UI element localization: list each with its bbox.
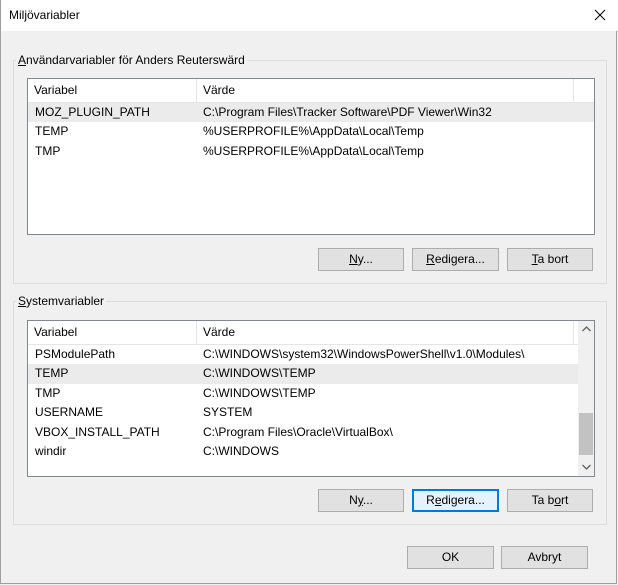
table-row[interactable]: VBOX_INSTALL_PATH C:\Program Files\Oracle… xyxy=(28,423,578,442)
table-row[interactable]: TEMP %USERPROFILE%\AppData\Local\Temp xyxy=(28,122,594,141)
table-row[interactable]: windir C:\WINDOWS xyxy=(28,442,578,461)
variable-name-cell: windir xyxy=(35,443,67,458)
table-row[interactable]: TMP C:\WINDOWS\TEMP xyxy=(28,384,578,403)
user-edit-button[interactable]: Redigera... xyxy=(412,248,499,271)
table-row[interactable]: TMP %USERPROFILE%\AppData\Local\Temp xyxy=(28,142,594,161)
chevron-up-icon xyxy=(581,326,591,332)
column-header-variable[interactable]: Variabel xyxy=(28,79,197,102)
variable-name-cell: TMP xyxy=(35,385,61,400)
table-row[interactable]: TEMP C:\WINDOWS\TEMP xyxy=(28,364,578,384)
table-row[interactable]: PSModulePath C:\WINDOWS\system32\WindowsP… xyxy=(28,345,578,364)
variable-name-cell: MOZ_PLUGIN_PATH xyxy=(35,105,150,119)
window-title: Miljövariabler xyxy=(9,8,80,22)
variable-value-cell: %USERPROFILE%\AppData\Local\Temp xyxy=(203,124,424,139)
user-variables-list[interactable]: Variabel Värde MOZ_PLUGIN_PATH C:\Program… xyxy=(27,78,595,235)
close-icon xyxy=(594,9,606,21)
scroll-up-button[interactable] xyxy=(578,321,594,338)
list-header: Variabel Värde xyxy=(28,79,594,103)
list-header: Variabel Värde xyxy=(28,321,578,345)
dialog-window: Miljövariabler Användarvariabler för And… xyxy=(0,0,618,584)
user-new-button[interactable]: Ny... xyxy=(318,248,404,271)
user-variables-rows: MOZ_PLUGIN_PATH C:\Program Files\Tracker … xyxy=(28,103,594,161)
system-variables-list[interactable]: Variabel Värde PSModulePath C:\WINDOWS\sy… xyxy=(27,320,595,477)
ok-button[interactable]: OK xyxy=(407,546,494,569)
scroll-thumb[interactable] xyxy=(579,413,593,455)
cancel-button[interactable]: Avbryt xyxy=(501,546,588,569)
system-variables-rows: PSModulePath C:\WINDOWS\system32\WindowsP… xyxy=(28,345,578,461)
variable-value-cell: C:\WINDOWS\TEMP xyxy=(203,385,316,400)
variable-value-cell: C:\Program Files\Oracle\VirtualBox\ xyxy=(203,424,393,439)
variable-value-cell: C:\WINDOWS\system32\WindowsPowerShell\v1… xyxy=(203,347,525,361)
title-bar: Miljövariabler xyxy=(1,0,618,31)
system-variables-label: Systemvariabler xyxy=(18,294,105,308)
table-row[interactable]: MOZ_PLUGIN_PATH C:\Program Files\Tracker … xyxy=(28,103,594,123)
user-variables-label: Användarvariabler för Anders Reuterswärd xyxy=(18,53,245,67)
system-edit-button[interactable]: Redigera... xyxy=(412,489,499,512)
column-header-value[interactable]: Värde xyxy=(197,79,574,102)
variable-value-cell: C:\WINDOWS\TEMP xyxy=(203,366,316,381)
variable-name-cell: VBOX_INSTALL_PATH xyxy=(35,424,160,439)
close-button[interactable] xyxy=(588,4,612,26)
user-delete-button[interactable]: Ta bort xyxy=(507,248,593,271)
variable-name-cell: PSModulePath xyxy=(35,347,116,361)
chevron-down-icon xyxy=(581,464,591,470)
variable-name-cell: TEMP xyxy=(35,366,69,381)
variable-value-cell: C:\WINDOWS xyxy=(203,443,279,458)
system-new-button[interactable]: Ny... xyxy=(318,489,404,512)
variable-value-cell: C:\Program Files\Tracker Software\PDF Vi… xyxy=(203,105,492,119)
variable-name-cell: USERNAME xyxy=(35,405,104,420)
column-header-variable[interactable]: Variabel xyxy=(28,321,197,344)
vertical-scrollbar[interactable] xyxy=(578,321,594,476)
table-row[interactable]: USERNAME SYSTEM xyxy=(28,403,578,422)
variable-value-cell: SYSTEM xyxy=(203,405,253,420)
column-header-value[interactable]: Värde xyxy=(197,321,574,344)
scroll-down-button[interactable] xyxy=(578,459,594,476)
variable-value-cell: %USERPROFILE%\AppData\Local\Temp xyxy=(203,143,424,158)
system-delete-button[interactable]: Ta bort xyxy=(507,489,593,512)
variable-name-cell: TEMP xyxy=(35,124,69,139)
variable-name-cell: TMP xyxy=(35,143,61,158)
